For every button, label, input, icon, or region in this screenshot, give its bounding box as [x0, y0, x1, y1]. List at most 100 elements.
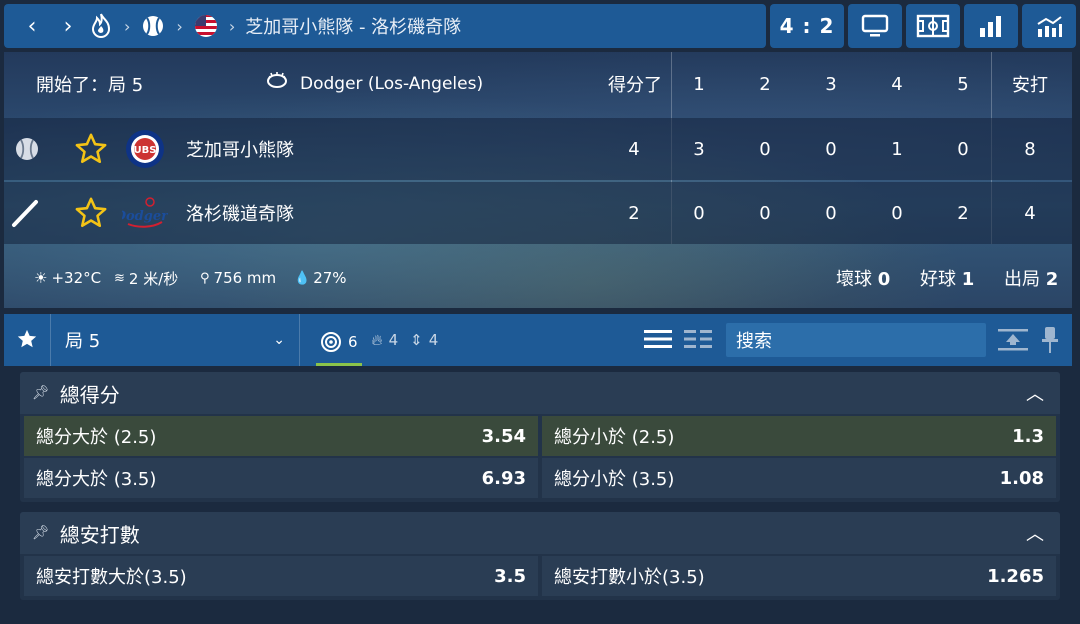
bat-icon — [10, 198, 42, 233]
market-header[interactable]: 📌︎ 總安打數 ︿ — [20, 512, 1060, 554]
team-row-home: UBS 芝加哥小熊隊 4 3 0 0 1 0 8 — [4, 118, 1072, 180]
tv-icon[interactable] — [848, 4, 902, 48]
match-status: 開始了：局 5 — [36, 75, 144, 96]
wind-icon: ≋ — [114, 270, 125, 286]
fire-icon[interactable] — [86, 11, 116, 41]
col-hits-header: 安打 — [1012, 75, 1048, 96]
scoreboard: 開始了：局 5 Dodger (Los-Angeles) 得分了 1 2 3 4… — [4, 52, 1072, 308]
live-stats-icon[interactable] — [1022, 4, 1076, 48]
odds-cell[interactable]: 總分大於 (2.5) 3.54 — [24, 416, 538, 456]
team-runs: 4 — [628, 138, 640, 160]
humidity: 💧 27% — [294, 269, 347, 287]
odds-cell[interactable]: 總分小於 (3.5) 1.08 — [542, 458, 1056, 498]
inning-score: 0 — [759, 138, 771, 160]
pin-icon[interactable] — [1042, 326, 1058, 358]
cubs-logo-icon: UBS — [124, 128, 166, 175]
target-icon — [321, 331, 341, 352]
hot-markets-tab[interactable]: 🔥︎ 4 — [372, 331, 399, 349]
weather-bar: ☀ +32°C ≋ 2 米/秒 ⚲ 756 mm 💧 27% 壞球 0 好球 1 出局 … — [4, 248, 1072, 308]
stats-bars-icon[interactable] — [964, 4, 1018, 48]
inning-score: 0 — [825, 138, 837, 160]
chevron-up-icon[interactable]: ︿ — [1026, 380, 1044, 406]
batting-ball-icon — [14, 136, 40, 167]
droplet-icon: 💧 — [294, 270, 311, 286]
odds-cell[interactable]: 總安打數小於(3.5) 1.265 — [542, 556, 1056, 596]
field-view-icon[interactable] — [906, 4, 960, 48]
collapse-all-icon[interactable] — [998, 328, 1028, 356]
period-label: 局 5 — [65, 331, 101, 352]
up-down-arrows-icon: ⇕ — [410, 331, 423, 349]
market-tabs-bar: 局 5 ⌄ 6 🔥︎ 4 ⇕ 4 搜索 — [4, 314, 1072, 366]
forward-arrow-icon[interactable]: › — [50, 14, 86, 39]
two-column-view-icon[interactable] — [684, 328, 712, 354]
moving-markets-tab[interactable]: ⇕ 4 — [410, 331, 438, 349]
favorite-star-icon[interactable] — [74, 132, 108, 171]
col-inning-2-header: 2 — [759, 73, 771, 95]
pressure: ⚲ 756 mm — [200, 269, 277, 287]
market-title: 總安打數 — [59, 522, 140, 547]
strikes-count: 好球 1 — [920, 269, 975, 290]
inning-score: 0 — [759, 202, 771, 224]
top-bar: ‹ › › › › 芝加哥小熊隊 - 洛杉磯奇隊 4 : 2 — [4, 4, 1076, 48]
back-arrow-icon[interactable]: ‹ — [14, 14, 50, 39]
balls-count: 壞球 0 — [836, 269, 891, 290]
odds-row: 總安打數大於(3.5) 3.5 總安打數小於(3.5) 1.265 — [20, 556, 1060, 596]
market-section-total-runs: 📌︎ 總得分 ︿ 總分大於 (2.5) 3.54 總分小於 (2.5) 1.3 總分… — [20, 372, 1060, 502]
dodgers-logo-icon: Dodgers — [114, 194, 176, 239]
favorites-star-icon[interactable] — [16, 328, 38, 354]
pin-icon[interactable]: 📌︎ — [32, 525, 50, 541]
inning-score: 0 — [693, 202, 705, 224]
wind: ≋ 2 米/秒 — [114, 269, 179, 288]
period-select[interactable]: 局 5 ⌄ — [50, 314, 300, 366]
score-display: 4 : 2 — [770, 4, 844, 48]
odds-cell[interactable]: 總安打數大於(3.5) 3.5 — [24, 556, 538, 596]
market-filters: 6 🔥︎ 4 ⇕ 4 — [316, 314, 438, 366]
team-hits: 4 — [1024, 202, 1036, 224]
outs-count: 出局 2 — [1004, 269, 1059, 290]
chevron-down-icon: ⌄ — [273, 332, 285, 348]
pin-icon[interactable]: 📌︎ — [32, 385, 50, 401]
team-name: 芝加哥小熊隊 — [186, 140, 294, 161]
col-inning-5-header: 5 — [957, 73, 969, 95]
team-runs: 2 — [628, 202, 640, 224]
team-row-away: Dodgers 洛杉磯道奇隊 2 0 0 0 0 2 4 — [4, 182, 1072, 244]
market-header[interactable]: 📌︎ 總得分 ︿ — [20, 372, 1060, 414]
single-column-view-icon[interactable] — [644, 328, 672, 354]
market-section-total-hits: 📌︎ 總安打數 ︿ 總安打數大於(3.5) 3.5 總安打數小於(3.5) 1.26… — [20, 512, 1060, 600]
chevron-right-icon: › — [176, 16, 183, 36]
search-input[interactable]: 搜索 — [726, 323, 986, 357]
inning-score: 1 — [891, 138, 903, 160]
odds-row: 總分大於 (3.5) 6.93 總分小於 (3.5) 1.08 — [20, 458, 1060, 498]
baseball-icon[interactable] — [138, 11, 168, 41]
all-markets-tab[interactable]: 6 — [316, 320, 362, 366]
team-hits: 8 — [1024, 138, 1036, 160]
odds-row: 總分大於 (2.5) 3.54 總分小於 (2.5) 1.3 — [20, 416, 1060, 456]
col-inning-1-header: 1 — [693, 73, 705, 95]
market-title: 總得分 — [59, 382, 120, 407]
match-title: 芝加哥小熊隊 - 洛杉磯奇隊 — [245, 17, 462, 38]
pressure-icon: ⚲ — [200, 270, 210, 286]
favorite-star-icon[interactable] — [74, 196, 108, 235]
col-inning-3-header: 3 — [825, 73, 837, 95]
scoreboard-header-row: 開始了：局 5 Dodger (Los-Angeles) 得分了 1 2 3 4… — [4, 52, 1072, 116]
col-inning-4-header: 4 — [891, 73, 903, 95]
odds-cell[interactable]: 總分大於 (3.5) 6.93 — [24, 458, 538, 498]
team-name: 洛杉磯道奇隊 — [186, 204, 294, 225]
usa-flag-icon[interactable] — [191, 11, 221, 41]
chevron-right-icon: › — [124, 16, 131, 36]
breadcrumb: ‹ › › › › 芝加哥小熊隊 - 洛杉磯奇隊 — [4, 4, 766, 48]
inning-score: 0 — [825, 202, 837, 224]
inning-score: 0 — [957, 138, 969, 160]
odds-cell[interactable]: 總分小於 (2.5) 1.3 — [542, 416, 1056, 456]
col-runs-header: 得分了 — [608, 75, 662, 96]
venue-label: Dodger (Los-Angeles) — [300, 74, 484, 94]
chevron-right-icon: › — [228, 16, 236, 36]
temperature: ☀ +32°C — [34, 269, 102, 287]
inning-score: 3 — [693, 138, 705, 160]
inning-score: 0 — [891, 202, 903, 224]
stadium-icon — [266, 72, 288, 95]
inning-score: 2 — [957, 202, 969, 224]
svg-text:UBS: UBS — [134, 145, 157, 156]
chevron-up-icon[interactable]: ︿ — [1026, 520, 1044, 546]
flame-icon: 🔥︎ — [371, 331, 383, 349]
